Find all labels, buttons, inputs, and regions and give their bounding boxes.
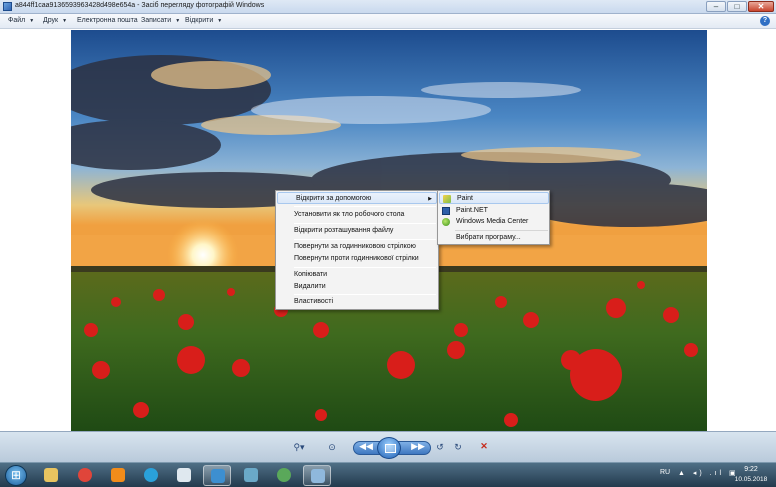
separator [294,239,436,240]
context-rotate-counterclockwise[interactable]: Повернути проти годинникової стрілки [276,253,438,265]
rotate-right-icon[interactable]: ↻ [452,442,464,454]
notepad-icon [177,468,191,482]
menu-burn-label: Записати [141,17,172,24]
context-open-file-location[interactable]: Відкрити розташування файлу [276,225,438,237]
clock-time[interactable]: 9:22 [735,466,767,473]
close-button[interactable]: ✕ [748,1,774,12]
menu-file[interactable]: Файл ▼ [8,17,34,24]
taskbar-word[interactable] [203,465,231,486]
rotate-left-icon[interactable]: ↺ [434,442,446,454]
menu-file-label: Файл [8,17,26,24]
taskbar-browser[interactable] [270,465,298,486]
next-button[interactable]: ▶▶ [408,441,428,455]
sublime-icon [111,468,125,482]
separator [294,294,436,295]
context-open-with-label: Відкрити за допомогою [296,195,372,202]
separator [294,206,436,207]
browser-icon [277,468,291,482]
context-menu: Відкрити за допомогою ▶ Установити як тл… [275,190,439,310]
chevron-down-icon: ▼ [29,18,35,24]
delete-icon[interactable]: ✕ [478,441,490,453]
minimize-button[interactable]: – [706,1,726,12]
viewer-controls: ⚲▾ ⊙ ◀◀ ▶▶ ↺ ↻ ✕ [0,431,776,462]
menu-burn[interactable]: Записати ▼ [141,17,180,24]
taskbar-notepad[interactable] [170,465,198,486]
help-icon[interactable]: ? [760,16,770,26]
taskbar-telegram[interactable] [137,465,165,486]
chevron-down-icon: ▼ [62,18,68,24]
context-open-with[interactable]: Відкрити за допомогою ▶ [277,192,437,204]
menu-print-label: Друк [43,17,59,24]
title-bar: a844ff1caa9136593963428d498e654a - Засіб… [0,0,776,14]
chevron-down-icon: ▼ [217,18,223,24]
submenu-paint-label: Paint [457,195,473,202]
submenu-windows-media-center[interactable]: Windows Media Center [439,216,549,228]
submenu-wmc-label: Windows Media Center [456,218,529,225]
menu-bar: Файл ▼ Друк ▼ Електронна пошта Записати ▼ В… [0,14,776,29]
word-icon [211,469,225,483]
separator [294,267,436,268]
taskbar-app[interactable] [237,465,265,486]
menu-print[interactable]: Друк ▼ [43,17,67,24]
open-with-submenu: Paint Paint.NET Windows Media Center Виб… [437,190,550,245]
taskbar: RU ▲ ◂) .ıl ▣ 9:22 10.05.2018 [0,462,776,487]
slideshow-button[interactable] [377,437,401,459]
media-center-icon [442,218,450,226]
actual-size-icon[interactable]: ⊙ [325,442,339,454]
menu-open-label: Відкрити [185,17,214,24]
context-rotate-clockwise[interactable]: Повернути за годинниковою стрілкою [276,241,438,253]
previous-button[interactable]: ◀◀ [356,441,376,455]
context-properties[interactable]: Властивості [276,296,438,308]
zoom-icon[interactable]: ⚲▾ [290,442,308,454]
context-copy[interactable]: Копіювати [276,269,438,281]
submenu-paint-net-label: Paint.NET [456,207,488,214]
paint-net-icon [442,207,450,215]
menu-email-label: Електронна пошта [77,17,138,24]
taskbar-file-explorer[interactable] [37,465,65,486]
taskbar-chrome[interactable] [71,465,99,486]
file-explorer-icon [44,468,58,482]
paint-icon [443,195,451,203]
chevron-right-icon: ▶ [428,196,432,202]
window-title: a844ff1caa9136593963428d498e654a - Засіб… [15,2,265,9]
system-tray-icons[interactable]: ▲ ◂) .ıl ▣ [678,469,739,477]
separator [455,230,548,231]
start-button[interactable] [5,465,27,486]
maximize-button[interactable]: □ [727,1,747,12]
photo-viewer-icon [311,469,325,483]
submenu-choose-program[interactable]: Вибрати програму... [439,232,549,244]
chrome-icon [78,468,92,482]
app-icon [244,468,258,482]
separator [294,223,436,224]
clock-date[interactable]: 10.05.2018 [731,476,771,483]
menu-open[interactable]: Відкрити ▼ [185,17,222,24]
photo-viewer-app-icon [3,2,12,11]
context-set-desktop-background[interactable]: Установити як тло робочого стола [276,209,438,221]
telegram-icon [144,468,158,482]
context-delete[interactable]: Видалити [276,281,438,293]
taskbar-sublime[interactable] [104,465,132,486]
submenu-paint[interactable]: Paint [439,192,549,204]
language-indicator[interactable]: RU [660,469,670,476]
menu-email[interactable]: Електронна пошта [77,17,138,24]
taskbar-photo-viewer[interactable] [303,465,331,486]
chevron-down-icon: ▼ [175,18,181,24]
